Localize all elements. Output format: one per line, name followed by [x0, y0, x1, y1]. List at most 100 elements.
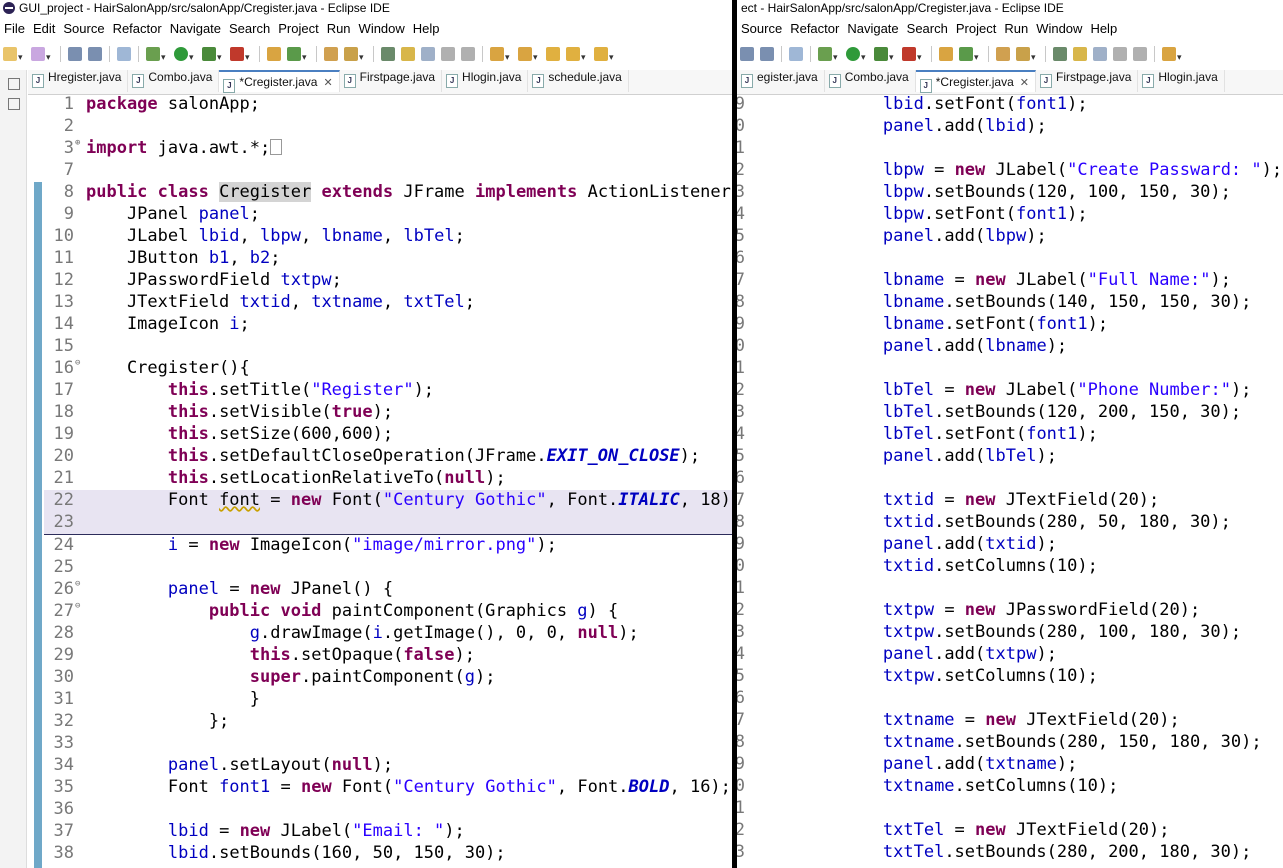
menu-refactor[interactable]: Refactor: [790, 18, 839, 40]
code-editor-right[interactable]: 9 lbid.setFont(font1); 0 panel.add(lbid)…: [737, 94, 1283, 864]
editor-tab[interactable]: J Combo.java: [128, 70, 220, 92]
new-icon[interactable]: [3, 47, 17, 61]
restore-view-icon[interactable]: [8, 78, 20, 90]
word-wrap-icon[interactable]: [1113, 47, 1127, 61]
prev-annotation-icon[interactable]: [518, 47, 532, 61]
window-title-bar: GUI_project - HairSalonApp/src/salonApp/…: [0, 0, 732, 16]
java-file-icon: J: [32, 74, 44, 88]
new-class-icon[interactable]: [31, 47, 45, 61]
word-wrap-icon[interactable]: [441, 47, 455, 61]
skip-breakpoints-icon[interactable]: [117, 47, 131, 61]
menu-window[interactable]: Window: [359, 18, 405, 40]
show-whitespace-icon[interactable]: [461, 47, 475, 61]
block-selection-icon[interactable]: [421, 47, 435, 61]
run-icon[interactable]: [846, 47, 860, 61]
save-icon[interactable]: [68, 47, 82, 61]
menu-help[interactable]: Help: [413, 18, 440, 40]
menu-run[interactable]: Run: [327, 18, 351, 40]
open-task-icon[interactable]: [996, 47, 1010, 61]
menu-window[interactable]: Window: [1036, 18, 1082, 40]
toolbar-separator: [259, 46, 260, 62]
editor-tab[interactable]: J Hlogin.java: [1138, 70, 1225, 92]
menu-project[interactable]: Project: [956, 18, 996, 40]
menu-refactor[interactable]: Refactor: [113, 18, 162, 40]
open-type-icon[interactable]: [267, 47, 281, 61]
editor-tab-label: Firstpage.java: [1056, 70, 1132, 84]
menu-run[interactable]: Run: [1004, 18, 1028, 40]
code-line: 27 ⊖ public void paintComponent(Graphics …: [53, 601, 619, 621]
code-line: 9 lbname.setFont(font1);: [737, 314, 1109, 334]
next-annotation-icon[interactable]: [1162, 47, 1176, 61]
save-icon[interactable]: [740, 47, 754, 61]
toggle-mark-occurrences-icon[interactable]: [1073, 47, 1087, 61]
toolbar-separator: [810, 46, 811, 62]
fold-expand-icon[interactable]: ⊕: [75, 138, 80, 148]
editor-tab-label: *Cregister.java: [935, 75, 1014, 89]
code-line: 2 lbTel = new JLabel("Phone Number:");: [737, 380, 1252, 400]
refresh-icon[interactable]: [959, 47, 973, 61]
toggle-breadcrumb-icon[interactable]: [381, 47, 395, 61]
fold-collapse-icon[interactable]: ⊖: [75, 358, 80, 368]
menu-search[interactable]: Search: [229, 18, 270, 40]
window-title: ect - HairSalonApp/src/salonApp/Cregiste…: [741, 1, 1064, 15]
next-annotation-icon[interactable]: [490, 47, 504, 61]
save-all-icon[interactable]: [88, 47, 102, 61]
run-icon[interactable]: [174, 47, 188, 61]
forward-icon[interactable]: [594, 47, 608, 61]
open-type-icon[interactable]: [939, 47, 953, 61]
editor-tab[interactable]: J Combo.java: [825, 70, 916, 92]
code-line: 5 panel.add(lbTel);: [737, 446, 1057, 466]
editor-tab[interactable]: J Hregister.java: [28, 70, 129, 92]
menu-source[interactable]: Source: [63, 18, 104, 40]
quick-diff-ruler: [34, 182, 42, 868]
close-tab-icon[interactable]: ✕: [1020, 77, 1029, 89]
menu-file[interactable]: File: [4, 18, 25, 40]
skip-breakpoints-icon[interactable]: [789, 47, 803, 61]
external-tools-icon[interactable]: [902, 47, 916, 61]
editor-tab[interactable]: Jegister.java: [737, 70, 825, 92]
block-selection-icon[interactable]: [1093, 47, 1107, 61]
menu-navigate[interactable]: Navigate: [170, 18, 221, 40]
menu-help[interactable]: Help: [1090, 18, 1117, 40]
code-line: 1 package salonApp;: [63, 94, 261, 114]
menu-navigate[interactable]: Navigate: [847, 18, 898, 40]
fold-collapse-icon[interactable]: ⊖: [75, 601, 80, 611]
eclipse-logo-icon: [3, 2, 15, 14]
toggle-mark-occurrences-icon[interactable]: [401, 47, 415, 61]
back-icon[interactable]: [566, 47, 580, 61]
java-file-icon: J: [1142, 74, 1155, 88]
menu-project[interactable]: Project: [278, 18, 318, 40]
external-tools-icon[interactable]: [230, 47, 244, 61]
show-whitespace-icon[interactable]: [1133, 47, 1147, 61]
editor-tab[interactable]: J Hlogin.java: [442, 70, 529, 92]
toolbar-separator: [316, 46, 317, 62]
close-tab-icon[interactable]: ✕: [323, 77, 332, 89]
code-line: 4 panel.add(txtpw);: [737, 644, 1057, 664]
package-explorer-icon[interactable]: [8, 98, 20, 110]
coverage-icon[interactable]: [874, 47, 888, 61]
menu-edit[interactable]: Edit: [33, 18, 55, 40]
save-all-icon[interactable]: [760, 47, 774, 61]
debug-icon[interactable]: [146, 47, 160, 61]
editor-tab[interactable]: J *Cregister.java ✕: [915, 70, 1036, 93]
editor-tab[interactable]: J *Cregister.java ✕: [219, 70, 340, 93]
refresh-icon[interactable]: [287, 47, 301, 61]
editor-tab[interactable]: J Firstpage.java: [1036, 70, 1139, 92]
left-eclipse-window: GUI_project - HairSalonApp/src/salonApp/…: [0, 0, 732, 868]
toggle-breadcrumb-icon[interactable]: [1053, 47, 1067, 61]
fold-collapse-icon[interactable]: ⊖: [75, 579, 80, 589]
debug-icon[interactable]: [818, 47, 832, 61]
editor-tab[interactable]: Jschedule.java: [528, 70, 629, 92]
search-icon[interactable]: [1016, 47, 1030, 61]
menu-source[interactable]: Source: [741, 18, 782, 40]
collapsed-imports-icon[interactable]: [270, 139, 283, 155]
editor-tab[interactable]: J Firstpage.java: [340, 70, 443, 92]
open-task-icon[interactable]: [324, 47, 338, 61]
menu-search[interactable]: Search: [907, 18, 948, 40]
code-line: 6: [737, 468, 745, 488]
code-line: 37 lbid = new JLabel("Email: ");: [53, 821, 465, 841]
last-edit-icon[interactable]: [546, 47, 560, 61]
code-editor-left[interactable]: 1 package salonApp; 2 3 ⊕ import java.awt.*…: [44, 94, 732, 865]
coverage-icon[interactable]: [202, 47, 216, 61]
search-icon[interactable]: [344, 47, 358, 61]
